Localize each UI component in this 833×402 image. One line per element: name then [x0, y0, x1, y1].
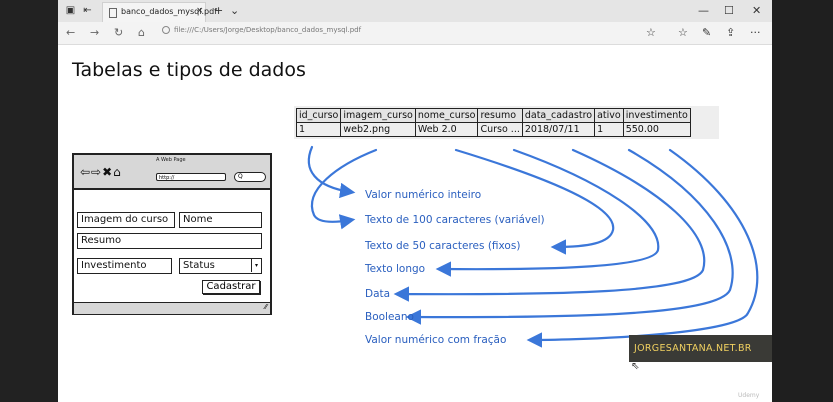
pdf-page: Tabelas e tipos de dados id_curso imagem… [58, 45, 772, 402]
site-badge-text: JORGESANTANA.NET.BR [634, 343, 752, 354]
type-label-boolean: Booleano [365, 311, 414, 323]
close-window-button[interactable]: ✕ [752, 4, 761, 17]
type-label-decimal: Valor numérico com fração [365, 334, 507, 346]
home-icon[interactable]: ⌂ [138, 26, 145, 39]
favorites-icon[interactable]: ☆ [678, 26, 688, 39]
forward-icon[interactable]: → [90, 26, 99, 39]
type-label-char: Texto de 50 caracteres (fixos) [365, 240, 521, 252]
new-tab-button[interactable]: + [214, 4, 223, 17]
back-icon[interactable]: ← [66, 26, 75, 39]
pdf-file-icon [109, 8, 117, 18]
watermark: Udemy [738, 392, 760, 399]
set-tabs-aside-icon[interactable]: ⇤ [82, 5, 93, 16]
arrow-imagem-curso [311, 148, 378, 230]
tab-pdf[interactable]: banco_dados_mysql.pdf × [102, 2, 217, 22]
maximize-button[interactable]: ☐ [724, 4, 734, 17]
browser-window: ▣ ⇤ banco_dados_mysql.pdf × + ⌄ — ☐ ✕ ← … [58, 0, 772, 402]
refresh-icon[interactable]: ↻ [114, 26, 123, 39]
type-label-varchar: Texto de 100 caracteres (variável) [365, 214, 545, 226]
tab-close-icon[interactable]: × [196, 6, 204, 16]
tab-preview-icon[interactable]: ▣ [65, 5, 76, 16]
site-badge: JORGESANTANA.NET.BR [629, 335, 772, 362]
info-icon[interactable] [162, 26, 170, 34]
arrow-id-curso [307, 145, 356, 199]
share-icon[interactable]: ⇪ [726, 26, 735, 39]
navigation-bar: ← → ↻ ⌂ file:///C:/Users/Jorge/Desktop/b… [58, 22, 772, 45]
mouse-cursor-icon: ⇖ [631, 361, 640, 372]
screen-left-margin [0, 0, 58, 402]
address-bar[interactable]: file:///C:/Users/Jorge/Desktop/banco_dad… [174, 26, 361, 34]
tab-list-icon[interactable]: ⌄ [230, 4, 239, 17]
title-bar: ▣ ⇤ banco_dados_mysql.pdf × + ⌄ — ☐ ✕ [58, 0, 772, 22]
minimize-button[interactable]: — [698, 4, 709, 17]
type-label-date: Data [365, 288, 391, 300]
screen-right-margin [772, 0, 833, 402]
star-icon[interactable]: ☆ [646, 26, 656, 39]
more-icon[interactable]: ··· [750, 26, 761, 39]
type-label-text: Texto longo [365, 263, 426, 275]
notes-icon[interactable]: ✎ [702, 26, 711, 39]
type-label-int: Valor numérico inteiro [365, 189, 482, 201]
